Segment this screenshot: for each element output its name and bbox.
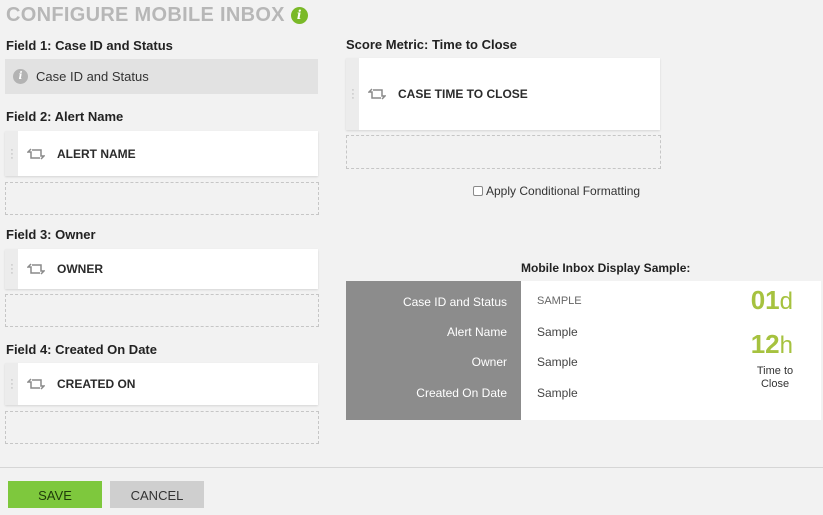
field1-value: Case ID and Status	[36, 69, 149, 84]
swap-icon	[27, 378, 45, 390]
sample-row-value: Sample	[537, 325, 578, 339]
sample-title: Mobile Inbox Display Sample:	[521, 261, 691, 275]
save-button[interactable]: SAVE	[8, 481, 102, 508]
cancel-button[interactable]: CANCEL	[110, 481, 204, 508]
swap-icon	[27, 147, 45, 160]
sample-row-label: Created On Date	[416, 386, 507, 400]
sample-row-value: SAMPLE	[537, 295, 582, 307]
score-metric-card[interactable]: · · · CASE TIME TO CLOSE	[346, 58, 660, 130]
sample-row-value: Sample	[537, 386, 578, 400]
field1-label: Field 1: Case ID and Status	[6, 38, 173, 53]
days-value: 01	[750, 285, 780, 315]
mobile-inbox-sample: Case ID and Status Alert Name Owner Crea…	[346, 281, 821, 420]
sample-row-value: Sample	[537, 355, 578, 369]
field2-card-label: ALERT NAME	[57, 146, 136, 161]
sample-labels-column: Case ID and Status Alert Name Owner Crea…	[346, 281, 521, 420]
hours-value: 12	[750, 329, 780, 359]
days-unit: d	[779, 288, 793, 315]
sample-row-label: Case ID and Status	[402, 295, 507, 309]
field4-label: Field 4: Created On Date	[6, 342, 157, 357]
swap-icon	[368, 88, 386, 100]
field4-dropzone[interactable]	[5, 411, 319, 444]
field3-dropzone[interactable]	[5, 294, 319, 327]
score-metric-dropzone[interactable]	[346, 135, 661, 169]
conditional-formatting-label[interactable]: Apply Conditional Formatting	[486, 184, 640, 198]
sample-row-label: Alert Name	[446, 325, 507, 339]
field2-card[interactable]: · · · ALERT NAME	[5, 131, 318, 176]
field3-card[interactable]: · · · OWNER	[5, 249, 318, 289]
swap-icon	[27, 263, 45, 275]
score-metric-card-label: CASE TIME TO CLOSE	[398, 87, 528, 101]
field1-static: i Case ID and Status	[5, 59, 318, 94]
conditional-formatting-row[interactable]: Apply Conditional Formatting	[473, 184, 640, 198]
score-metric-label: Score Metric: Time to Close	[346, 37, 517, 52]
drag-handle-icon[interactable]: · · ·	[5, 249, 18, 289]
hours-unit: h	[779, 332, 793, 359]
field3-label: Field 3: Owner	[6, 227, 96, 242]
drag-handle-icon[interactable]: · · ·	[5, 131, 18, 176]
field3-card-label: OWNER	[57, 262, 103, 276]
drag-handle-icon[interactable]: · · ·	[5, 363, 18, 405]
info-icon: i	[13, 69, 28, 84]
field2-dropzone[interactable]	[5, 182, 319, 215]
info-icon[interactable]: i	[290, 7, 308, 24]
field4-card-label: CREATED ON	[57, 377, 136, 391]
sample-row-label: Owner	[471, 355, 507, 369]
days-metric: 01d	[751, 285, 793, 316]
conditional-formatting-checkbox[interactable]	[473, 186, 483, 196]
footer-divider	[0, 467, 823, 468]
field4-card[interactable]: · · · CREATED ON	[5, 363, 318, 405]
drag-handle-icon[interactable]: · · ·	[346, 58, 359, 130]
page-title: CONFIGURE MOBILE INBOX i	[6, 4, 308, 27]
metric-caption: Time to Close	[756, 365, 794, 390]
field2-label: Field 2: Alert Name	[6, 109, 124, 124]
hours-metric: 12h	[751, 329, 793, 360]
sample-values-column: SAMPLE Sample Sample Sample 01d 12h Time…	[521, 281, 821, 420]
page-title-text: CONFIGURE MOBILE INBOX	[6, 4, 285, 26]
